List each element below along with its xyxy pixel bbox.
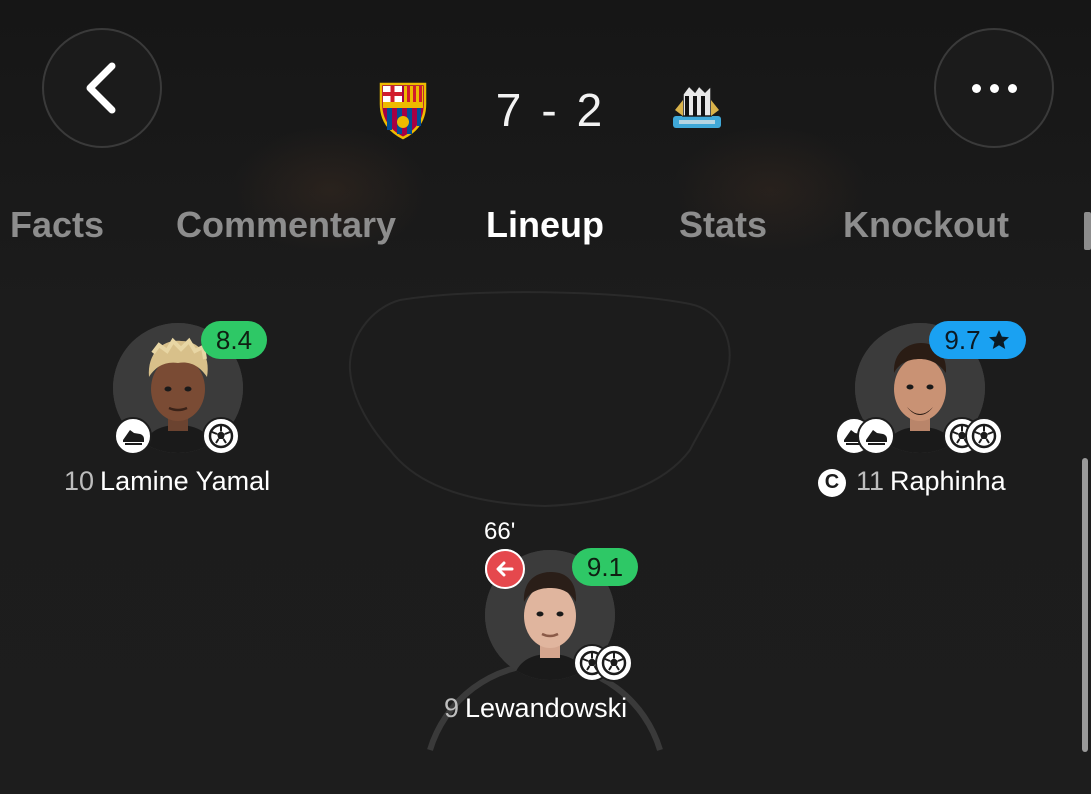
player-number: 11 <box>856 466 885 496</box>
tab-knockout[interactable]: Knockout <box>843 204 1009 246</box>
goal-ball-icon <box>595 644 633 682</box>
match-tabs: Facts Commentary Lineup Stats Knockout <box>0 204 1091 264</box>
tab-stats[interactable]: Stats <box>679 204 767 246</box>
match-screen: 7-2 Facts Commentary Lineup Stats Knocko… <box>0 0 1091 794</box>
scrollbar[interactable] <box>1082 458 1088 752</box>
substituted-off-badge <box>485 549 525 589</box>
player-number: 10 <box>64 466 95 496</box>
scoreboard: 7-2 <box>375 72 725 148</box>
player-name-label: 10 Lamine Yamal <box>64 466 270 497</box>
captain-badge: C <box>818 468 846 497</box>
player-name-label: C 11 Raphinha <box>818 466 1006 497</box>
player-name: Lewandowski <box>465 693 628 723</box>
player-rating: 9.7 <box>944 324 981 355</box>
player-rating: 8.4 <box>201 321 267 359</box>
player-rating: 9.1 <box>572 548 638 586</box>
goal-ball-icon <box>202 417 240 455</box>
goal-ball-icon <box>965 417 1003 455</box>
player-name: Raphinha <box>890 466 1006 496</box>
assist-boot-icon <box>114 417 152 455</box>
player-name: Lamine Yamal <box>100 466 271 496</box>
assist-boot-icon <box>857 417 895 455</box>
player-name-label: 9 Lewandowski <box>444 693 627 724</box>
tab-facts[interactable]: Facts <box>10 204 104 246</box>
match-score: 7-2 <box>496 83 605 137</box>
substitution-minute: 66' <box>484 518 516 545</box>
chevron-left-icon <box>86 62 116 114</box>
tab-commentary[interactable]: Commentary <box>176 204 396 246</box>
back-button[interactable] <box>42 28 162 148</box>
tab-lineup[interactable]: Lineup <box>486 204 604 246</box>
more-dots-icon <box>971 83 1017 93</box>
player-number: 9 <box>444 693 460 723</box>
home-score: 7 <box>495 84 524 136</box>
player-of-match-rating: 9.7 <box>929 321 1026 359</box>
home-team-crest-icon[interactable] <box>375 80 431 140</box>
next-tab-edge[interactable] <box>1084 212 1091 250</box>
away-score: 2 <box>576 84 605 136</box>
away-team-crest-icon[interactable] <box>669 80 725 140</box>
score-separator: - <box>541 84 559 136</box>
more-options-button[interactable] <box>934 28 1054 148</box>
star-icon <box>988 330 1009 349</box>
